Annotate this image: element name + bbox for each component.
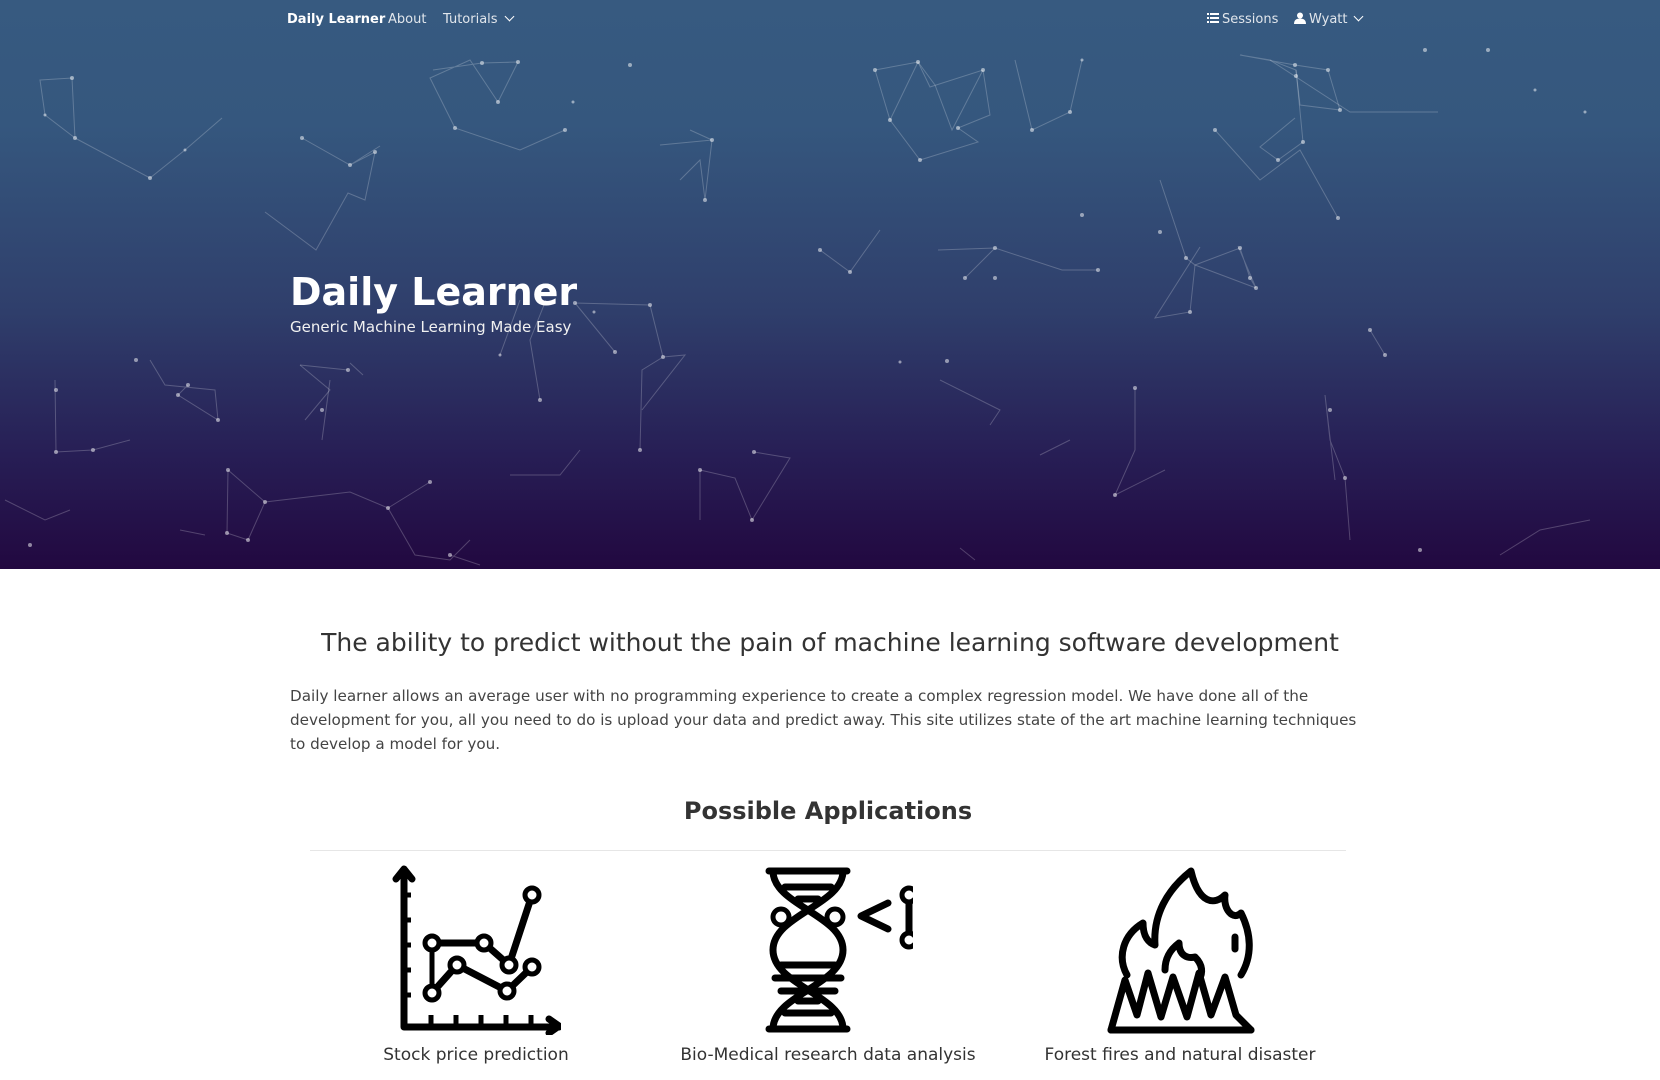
nav-dropdown-tutorials[interactable]: Tutorials: [443, 11, 515, 27]
application-card-stock: Stock price prediction: [306, 865, 646, 1065]
navbar-brand[interactable]: Daily Learner: [287, 12, 385, 27]
hero-banner: Daily Learner About Tutorials Sessions W…: [0, 0, 1660, 569]
hero-title: Daily Learner: [290, 270, 578, 314]
dna-icon: [765, 867, 913, 1033]
section-divider: [310, 850, 1346, 851]
chevron-down-icon: [504, 11, 515, 22]
tutorials-label: Tutorials: [443, 12, 498, 27]
applications-title: Possible Applications: [683, 797, 973, 825]
application-label: Bio-Medical research data analysis: [680, 1045, 976, 1065]
line-chart-icon: [392, 865, 561, 1035]
chevron-down-icon: [1354, 11, 1364, 22]
particle-network-background: [4, 48, 1591, 566]
application-card-fire: Forest fires and natural disaster: [1010, 865, 1350, 1065]
nav-link-sessions[interactable]: Sessions: [1207, 12, 1278, 27]
application-label: Forest fires and natural disaster: [1044, 1045, 1316, 1065]
top-navbar: Daily Learner About Tutorials Sessions W…: [0, 0, 1660, 42]
main-heading: The ability to predict without the pain …: [321, 628, 1339, 657]
hero-subtitle: Generic Machine Learning Made Easy: [290, 318, 572, 336]
application-label: Stock price prediction: [383, 1045, 569, 1065]
sessions-label: Sessions: [1222, 12, 1279, 27]
user-icon: [1294, 12, 1306, 24]
user-name: Wyatt: [1309, 12, 1348, 27]
list-icon: [1207, 12, 1219, 23]
fire-icon: [1107, 867, 1255, 1034]
application-card-biomedical: Bio-Medical research data analysis: [658, 865, 998, 1065]
nav-dropdown-user[interactable]: Wyatt: [1294, 11, 1364, 27]
intro-paragraph: Daily learner allows an average user wit…: [290, 687, 1357, 753]
nav-link-about[interactable]: About: [388, 12, 426, 27]
